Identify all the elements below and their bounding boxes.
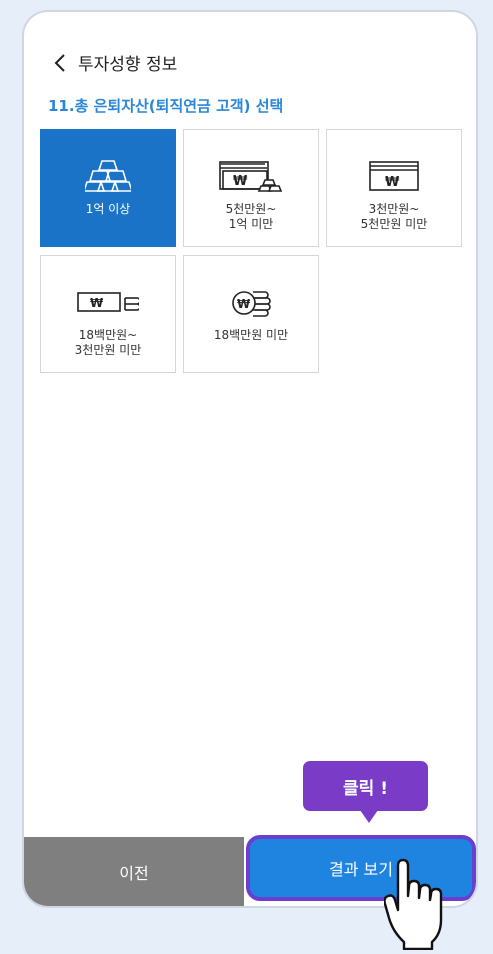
tooltip-arrow (360, 810, 378, 823)
page-title: 투자성향 정보 (78, 55, 178, 75)
svg-text:₩: ₩ (233, 174, 248, 189)
banknote-coins-icon: ₩ (41, 280, 175, 324)
cash-bundle-gold-icon: ₩ (184, 154, 318, 198)
option-label: 18백만원 미만 (213, 328, 289, 342)
svg-text:₩: ₩ (385, 175, 400, 190)
click-tooltip: 클릭 ! (303, 761, 428, 811)
option-18baek-3cheon[interactable]: ₩ 18백만원~ 3천만원 미만 (40, 255, 176, 373)
option-label: 18백만원~ 3천만원 미만 (74, 328, 142, 357)
option-1eok-over[interactable]: 1억 이상 (40, 129, 176, 247)
pointing-hand-icon (383, 858, 446, 954)
option-label: 5천만원~ 1억 미만 (225, 202, 277, 231)
option-label: 1억 이상 (85, 202, 131, 216)
option-5cheon-1eok[interactable]: ₩ 5천만원~ 1억 미만 (183, 129, 319, 247)
option-3cheon-5cheon[interactable]: ₩ 3천만원~ 5천만원 미만 (326, 129, 462, 247)
header: 투자성향 정보 (54, 50, 177, 75)
svg-text:₩: ₩ (237, 297, 251, 311)
gold-bars-icon (41, 154, 175, 198)
option-label: 3천만원~ 5천만원 미만 (360, 202, 428, 231)
cash-bundle-icon: ₩ (327, 154, 461, 198)
prev-button[interactable]: 이전 (24, 837, 244, 906)
coin-stack-icon: ₩ (184, 280, 318, 324)
option-18baek-under[interactable]: ₩ 18백만원 미만 (183, 255, 319, 373)
question-title: 11.총 은퇴자산(퇴직연금 고객) 선택 (48, 97, 284, 115)
svg-text:₩: ₩ (90, 296, 104, 310)
chevron-left-icon[interactable] (54, 53, 66, 73)
